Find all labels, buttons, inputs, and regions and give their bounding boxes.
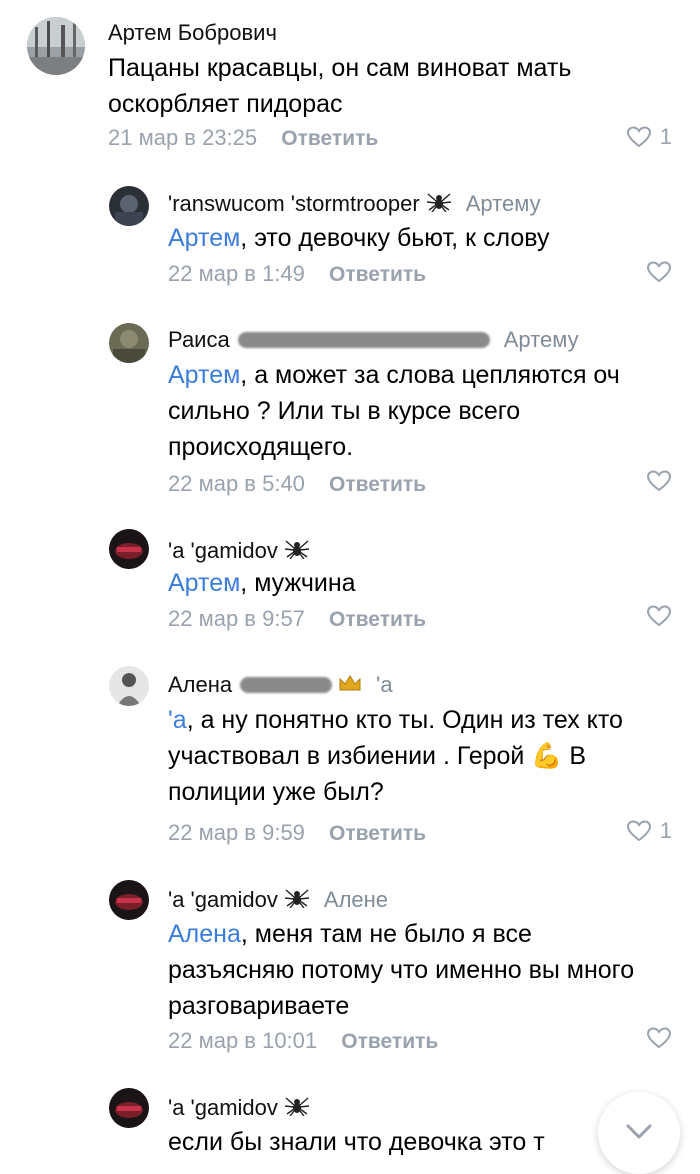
spider-icon	[426, 190, 452, 218]
comment-text: 'a, а ну понятно кто ты. Один из тех кто…	[168, 702, 673, 810]
comment: 'a 'gamidov если бы знали что девочка эт…	[0, 1076, 700, 1156]
comment-meta: 22 мар в 5:40 Ответить	[168, 471, 426, 497]
comment-date: 22 мар в 9:59	[168, 820, 305, 845]
comment-meta: 22 мар в 9:57 Ответить	[168, 606, 426, 632]
author-name[interactable]: 'a 'gamidov	[168, 1095, 278, 1121]
author-name[interactable]: Артем Бобрович	[108, 20, 277, 46]
author-name[interactable]: 'a 'gamidov	[168, 887, 278, 913]
comment-meta: 22 мар в 10:01 Ответить	[168, 1028, 438, 1054]
spider-icon	[284, 537, 310, 565]
comment-text: Артем, мужчина	[168, 565, 668, 601]
author-line: 'ranswucom 'stormtrooper Артему	[168, 190, 541, 218]
comment-text-content: , а ну понятно кто ты. Один из тех кто у…	[168, 706, 623, 806]
heart-outline-icon	[646, 261, 672, 283]
author-line: 'a 'gamidov	[168, 537, 310, 565]
like-button[interactable]	[646, 260, 672, 284]
redacted-name	[237, 332, 490, 348]
reply-to-label[interactable]: Алене	[324, 887, 388, 913]
author-name[interactable]: 'ranswucom 'stormtrooper	[168, 191, 420, 217]
comment-date: 22 мар в 1:49	[168, 261, 305, 286]
mention-link[interactable]: Артем	[168, 224, 240, 252]
comment-text-content: Пацаны красавцы, он сам виноват мать оск…	[108, 54, 572, 118]
comment: Алена 'a 'a, а ну понятно кто ты. Один и…	[0, 652, 700, 860]
like-count: 1	[659, 124, 672, 149]
reply-to-label[interactable]: 'a	[376, 672, 392, 698]
like-count: 1	[659, 818, 672, 843]
avatar[interactable]	[27, 17, 85, 75]
redacted-name	[240, 677, 333, 693]
reply-button[interactable]: Ответить	[329, 473, 426, 496]
avatar[interactable]	[109, 1088, 149, 1128]
heart-outline-icon	[646, 470, 672, 492]
comment-date: 22 мар в 10:01	[168, 1028, 318, 1053]
author-name[interactable]: 'a 'gamidov	[168, 538, 278, 564]
chevron-down-icon	[626, 1124, 652, 1139]
comment: 'a 'gamidov Алене Алена, меня там не был…	[0, 868, 700, 1068]
reply-button[interactable]: Ответить	[329, 822, 426, 845]
mention-link[interactable]: Алена	[168, 920, 241, 948]
heart-outline-icon	[646, 1027, 672, 1049]
author-name[interactable]: Раиса	[168, 327, 230, 353]
like-button[interactable]	[646, 1026, 672, 1050]
comment-text: Пацаны красавцы, он сам виноват мать оск…	[108, 50, 668, 122]
comment: 'a 'gamidov Артем, мужчина 22 мар в 9:57…	[0, 515, 700, 645]
author-line: Артем Бобрович	[108, 20, 277, 46]
crown-icon	[338, 672, 362, 698]
avatar[interactable]	[109, 529, 149, 569]
comment-meta: 22 мар в 1:49 Ответить	[168, 261, 426, 287]
comment-text-content: если бы знали что девочка это т	[168, 1128, 545, 1156]
mention-link[interactable]: 'a	[168, 706, 187, 734]
spider-icon	[284, 1094, 310, 1122]
reply-button[interactable]: Ответить	[281, 127, 378, 150]
comment-date: 22 мар в 9:57	[168, 606, 305, 631]
comment: Раиса Артему Артем, а может за слова цеп…	[0, 307, 700, 507]
like-button[interactable]	[646, 469, 672, 493]
comment-meta: 21 мар в 23:25 Ответить	[108, 125, 378, 151]
comment-text: Артем, это девочку бьют, к слову	[168, 220, 668, 256]
comment-date: 21 мар в 23:25	[108, 125, 258, 150]
author-name[interactable]: Алена	[168, 672, 232, 698]
comment-text-content: , мужчина	[240, 569, 356, 597]
author-line: Раиса Артему	[168, 327, 579, 353]
like-button[interactable]: 1	[626, 124, 672, 150]
reply-to-label[interactable]: Артему	[466, 191, 541, 217]
author-line: 'a 'gamidov Алене	[168, 886, 388, 914]
author-line: Алена 'a	[168, 672, 393, 698]
avatar[interactable]	[109, 186, 149, 226]
like-button[interactable]: 1	[626, 818, 672, 844]
mention-link[interactable]: Артем	[168, 361, 240, 389]
avatar[interactable]	[109, 880, 149, 920]
comment-text: Артем, а может за слова цепляются оч сил…	[168, 357, 658, 465]
avatar[interactable]	[109, 323, 149, 363]
comment-text: Алена, меня там не было я все разъясняю …	[168, 916, 638, 1024]
heart-outline-icon	[646, 605, 672, 627]
comment: Артем Бобрович Пацаны красавцы, он сам в…	[0, 0, 700, 170]
comment: 'ranswucom 'stormtrooper Артему Артем, э…	[0, 170, 700, 300]
reply-button[interactable]: Ответить	[329, 263, 426, 286]
mention-link[interactable]: Артем	[168, 569, 240, 597]
reply-button[interactable]: Ответить	[329, 608, 426, 631]
avatar[interactable]	[109, 666, 149, 706]
comment-date: 22 мар в 5:40	[168, 471, 305, 496]
like-button[interactable]	[646, 604, 672, 628]
author-line: 'a 'gamidov	[168, 1094, 310, 1122]
heart-outline-icon	[626, 820, 651, 842]
comment-text-content: , это девочку бьют, к слову	[240, 224, 550, 252]
scroll-down-button[interactable]	[598, 1092, 680, 1174]
comment-meta: 22 мар в 9:59 Ответить	[168, 820, 426, 846]
spider-icon	[284, 886, 310, 914]
reply-to-label[interactable]: Артему	[504, 327, 579, 353]
reply-button[interactable]: Ответить	[341, 1030, 438, 1053]
heart-outline-icon	[626, 126, 651, 148]
